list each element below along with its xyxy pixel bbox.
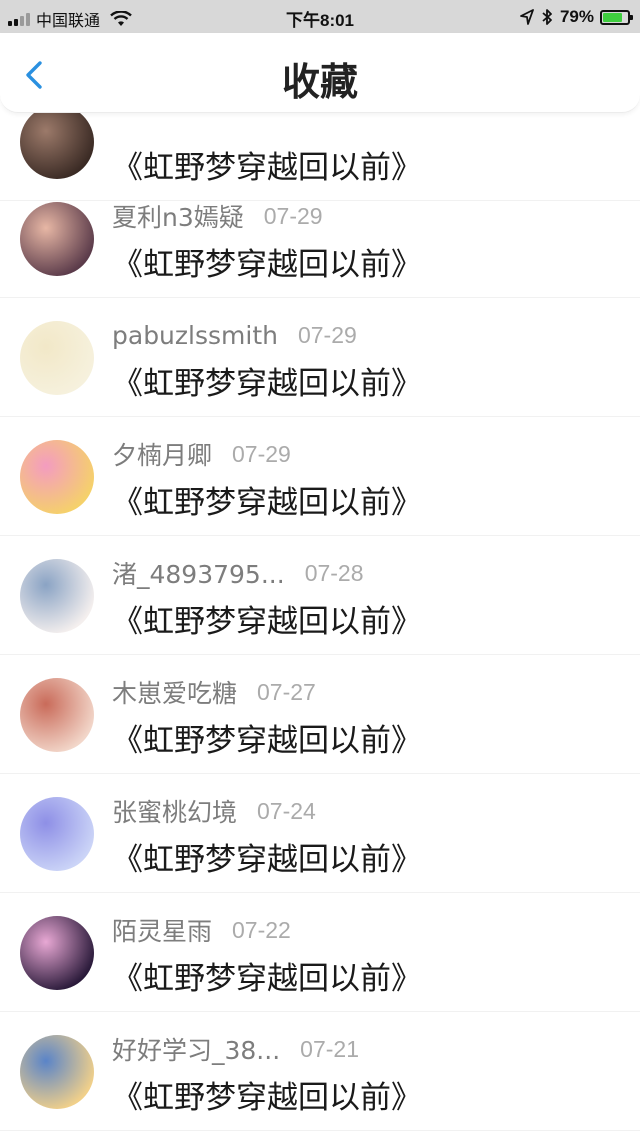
battery-percent: 79% bbox=[559, 7, 594, 26]
avatar[interactable] bbox=[20, 202, 94, 276]
username[interactable]: 陌灵星雨 bbox=[112, 912, 212, 948]
list-item[interactable]: 陌灵星雨 07-22 《虹野梦穿越回以前》 bbox=[0, 893, 640, 1012]
navigation-bar: 收藏 bbox=[0, 33, 640, 113]
story-title[interactable]: 《虹野梦穿越回以前》 bbox=[112, 953, 422, 998]
username[interactable]: 好好学习_38... bbox=[112, 1031, 280, 1067]
item-meta: 夏利n3嫣疑 07-29 bbox=[112, 199, 323, 233]
list-item[interactable]: 夕楠月卿 07-29 《虹野梦穿越回以前》 bbox=[0, 417, 640, 536]
list-item[interactable]: 张蜜桃幻境 07-24 《虹野梦穿越回以前》 bbox=[0, 774, 640, 893]
page-title: 收藏 bbox=[281, 60, 358, 104]
list-item[interactable]: 木崽爱吃糖 07-27 《虹野梦穿越回以前》 bbox=[0, 655, 640, 774]
item-date: 07-28 bbox=[304, 559, 364, 586]
story-title[interactable]: 《虹野梦穿越回以前》 bbox=[112, 477, 422, 522]
avatar[interactable] bbox=[20, 678, 94, 752]
battery-icon bbox=[600, 9, 633, 25]
story-title[interactable]: 《虹野梦穿越回以前》 bbox=[112, 715, 422, 760]
list-item[interactable]: 夏利n3嫣疑 07-29 《虹野梦穿越回以前》 bbox=[0, 179, 640, 298]
location-icon bbox=[520, 9, 534, 25]
item-date: 07-22 bbox=[232, 916, 291, 943]
item-meta: 陌灵星雨 07-22 bbox=[112, 913, 291, 947]
avatar[interactable] bbox=[20, 321, 94, 395]
username[interactable]: 张蜜桃幻境 bbox=[112, 793, 237, 829]
status-right: 79% bbox=[520, 7, 633, 27]
list-item[interactable]: 好好学习_38... 07-21 《虹野梦穿越回以前》 bbox=[0, 1012, 640, 1131]
avatar[interactable] bbox=[20, 559, 94, 633]
username[interactable]: 夏利n3嫣疑 bbox=[112, 198, 244, 234]
item-meta: 渚_4893795... 07-28 bbox=[112, 556, 364, 590]
item-meta: 好好学习_38... 07-21 bbox=[112, 1032, 359, 1066]
username[interactable]: 夕楠月卿 bbox=[112, 436, 212, 472]
username[interactable]: 木崽爱吃糖 bbox=[112, 674, 237, 710]
avatar[interactable] bbox=[20, 916, 94, 990]
avatar[interactable] bbox=[20, 797, 94, 871]
item-meta: pabuzlssmith 07-29 bbox=[112, 318, 357, 352]
story-title[interactable]: 《虹野梦穿越回以前》 bbox=[112, 834, 422, 879]
story-title[interactable]: 《虹野梦穿越回以前》 bbox=[112, 1072, 422, 1117]
status-bar: 中国联通 下午8:01 79% bbox=[0, 0, 640, 33]
item-meta: 夕楠月卿 07-29 bbox=[112, 437, 291, 471]
item-date: 07-29 bbox=[232, 440, 291, 467]
avatar[interactable] bbox=[20, 440, 94, 514]
avatar[interactable] bbox=[20, 105, 94, 179]
divider bbox=[0, 1130, 640, 1131]
battery-fill bbox=[603, 12, 622, 22]
story-title[interactable]: 《虹野梦穿越回以前》 bbox=[112, 358, 422, 403]
favorites-list: 《虹野梦穿越回以前》 夏利n3嫣疑 07-29 《虹野梦穿越回以前》 pabuzlssm… bbox=[0, 0, 640, 1138]
list-item[interactable]: 渚_4893795... 07-28 《虹野梦穿越回以前》 bbox=[0, 536, 640, 655]
item-date: 07-29 bbox=[297, 321, 357, 348]
item-meta: 张蜜桃幻境 07-24 bbox=[112, 794, 316, 828]
username[interactable]: 渚_4893795... bbox=[112, 555, 285, 591]
item-date: 07-27 bbox=[257, 678, 316, 705]
item-date: 07-24 bbox=[257, 797, 316, 824]
username[interactable]: pabuzlssmith bbox=[112, 321, 278, 350]
bluetooth-icon bbox=[542, 9, 552, 25]
list-item[interactable]: pabuzlssmith 07-29 《虹野梦穿越回以前》 bbox=[0, 298, 640, 417]
item-date: 07-21 bbox=[300, 1035, 359, 1062]
avatar[interactable] bbox=[20, 1035, 94, 1109]
item-meta: 木崽爱吃糖 07-27 bbox=[112, 675, 316, 709]
item-date: 07-29 bbox=[263, 202, 323, 229]
story-title[interactable]: 《虹野梦穿越回以前》 bbox=[112, 239, 422, 284]
story-title[interactable]: 《虹野梦穿越回以前》 bbox=[112, 596, 422, 641]
